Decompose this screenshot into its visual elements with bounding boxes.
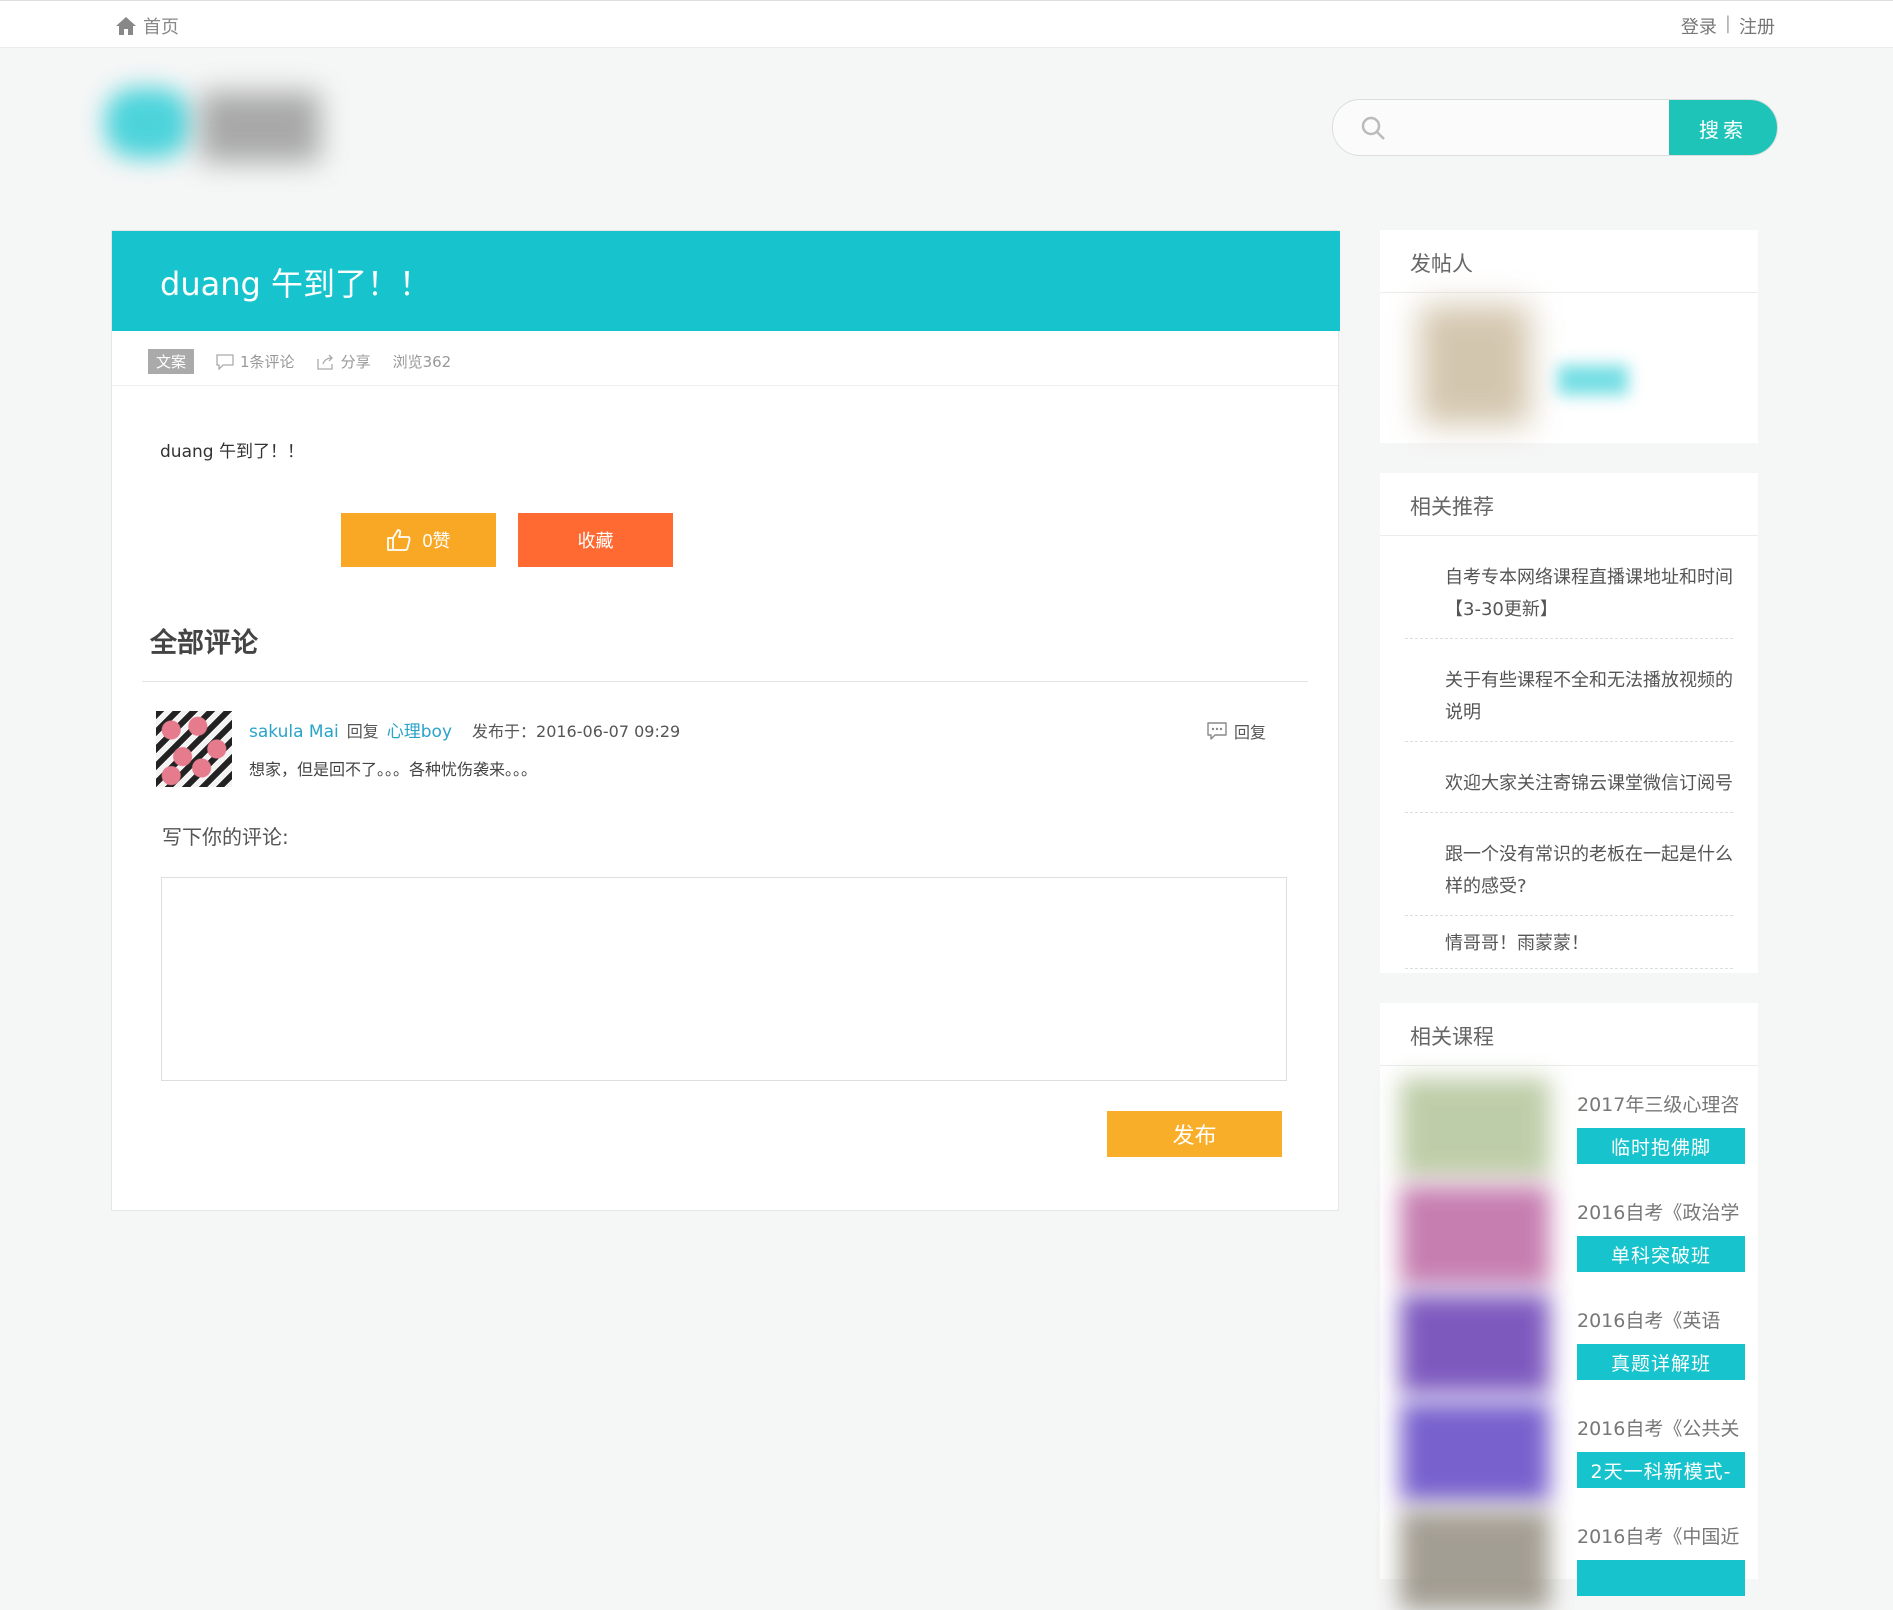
course-item[interactable]: 2017年三级心理咨 临时抱佛脚 (1400, 1078, 1745, 1178)
post-meta: 文案 1条评论 分享 浏览362 (148, 349, 451, 374)
comment-text: 想家，但是回不了。。。各种忧伤袭来。。。 (249, 760, 538, 779)
course-badge: 单科突破班 (1577, 1236, 1745, 1272)
reply-button-label: 回复 (1233, 723, 1266, 742)
publish-button[interactable]: 发布 (1107, 1111, 1282, 1157)
comment-icon (216, 353, 234, 370)
share-label: 分享 (340, 353, 371, 371)
recommend-item[interactable]: 欢迎大家关注寄锦云课堂微信订阅号 (1405, 742, 1733, 813)
divider (142, 681, 1308, 682)
course-name: 2016自考《公共关 (1577, 1418, 1740, 1440)
course-panel-title: 相关课程 (1380, 1003, 1758, 1066)
course-item[interactable]: 2016自考《英语 真题详解班 (1400, 1294, 1745, 1394)
course-name: 2016自考《政治学 (1577, 1202, 1740, 1224)
login-link[interactable]: 登录 (1681, 13, 1717, 39)
course-panel: 相关课程 2017年三级心理咨 临时抱佛脚 2016自考《政治学 单科突破班 2… (1380, 1003, 1758, 1610)
course-badge: 2天一科新模式- (1577, 1452, 1745, 1488)
poster-avatar[interactable] (1420, 305, 1530, 425)
thumbs-up-icon (387, 529, 411, 551)
comment-textarea[interactable] (161, 877, 1287, 1081)
like-label: 0赞 (422, 531, 451, 551)
course-thumbnail (1400, 1294, 1550, 1394)
comments-heading: 全部评论 (150, 628, 258, 659)
course-badge (1577, 1560, 1745, 1596)
auth-separator: | (1724, 13, 1731, 34)
poster-panel-title: 发帖人 (1380, 230, 1758, 293)
top-bar: 首页 登录 | 注册 (0, 0, 1893, 48)
post-title: duang 午到了！！ (160, 265, 431, 303)
home-label: 首页 (143, 17, 179, 38)
search-input[interactable] (1403, 108, 1703, 148)
reply-button[interactable]: 回复 (1206, 719, 1266, 743)
chat-bubble-icon (1207, 722, 1227, 740)
like-button[interactable]: 0赞 (341, 513, 496, 567)
course-item[interactable]: 2016自考《政治学 单科突破班 (1400, 1186, 1745, 1286)
course-item[interactable]: 2016自考《公共关 2天一科新模式- (1400, 1402, 1745, 1502)
course-name: 2016自考《中国近 (1577, 1526, 1740, 1548)
follow-button[interactable] (1558, 365, 1628, 395)
recommend-panel-title: 相关推荐 (1380, 473, 1758, 536)
comment-count-label: 1条评论 (240, 353, 295, 371)
logo-text (200, 92, 320, 162)
post-title-bar: duang 午到了！！ (112, 231, 1340, 331)
comment-author[interactable]: sakula Mai (249, 722, 339, 742)
search-bar: 搜索 (1332, 99, 1778, 156)
view-count: 浏览362 (392, 353, 452, 371)
comment-header: sakula Mai 回复 心理boy 发布于：2016-06-07 09:29 (249, 717, 680, 742)
recommend-item[interactable]: 关于有些课程不全和无法播放视频的说明 (1405, 639, 1733, 742)
course-thumbnail (1400, 1402, 1550, 1502)
course-badge: 临时抱佛脚 (1577, 1128, 1745, 1164)
home-link[interactable]: 首页 (115, 13, 179, 39)
post-body: duang 午到了！！ (160, 442, 304, 462)
reply-word: 回复 (346, 722, 379, 741)
home-icon (116, 17, 136, 35)
recommend-item[interactable]: 情哥哥！雨蒙蒙！ (1405, 916, 1733, 969)
share-link[interactable]: 分享 (316, 351, 371, 372)
recommend-item[interactable]: 跟一个没有常识的老板在一起是什么样的感受? (1405, 813, 1733, 916)
post-tag[interactable]: 文案 (148, 349, 195, 374)
course-item[interactable]: 2016自考《中国近 (1400, 1510, 1745, 1610)
divider (112, 385, 1340, 386)
course-name: 2017年三级心理咨 (1577, 1094, 1740, 1116)
comment-count[interactable]: 1条评论 (216, 351, 295, 372)
course-thumbnail (1400, 1078, 1550, 1178)
register-link[interactable]: 注册 (1739, 13, 1775, 39)
share-icon (316, 354, 333, 370)
course-thumbnail (1400, 1186, 1550, 1286)
comment-item: sakula Mai 回复 心理boy 发布于：2016-06-07 09:29… (156, 711, 1306, 791)
auth-links: 登录 | 注册 (1681, 13, 1775, 39)
recommend-list: 自考专本网络课程直播课地址和时间 【3-30更新】 关于有些课程不全和无法播放视… (1380, 536, 1758, 969)
comment-time: 发布于：2016-06-07 09:29 (472, 722, 681, 741)
recommend-panel: 相关推荐 自考专本网络课程直播课地址和时间 【3-30更新】 关于有些课程不全和… (1380, 473, 1758, 973)
logo-mark (105, 88, 190, 158)
avatar[interactable] (156, 711, 232, 787)
poster-panel: 发帖人 (1380, 230, 1758, 443)
search-icon (1361, 116, 1385, 140)
course-name: 2016自考《英语 (1577, 1310, 1721, 1332)
favorite-button[interactable]: 收藏 (518, 513, 673, 567)
reply-target[interactable]: 心理boy (387, 717, 452, 742)
recommend-item[interactable]: 自考专本网络课程直播课地址和时间 【3-30更新】 (1405, 536, 1733, 639)
search-button[interactable]: 搜索 (1669, 100, 1777, 155)
course-thumbnail (1400, 1510, 1550, 1610)
course-badge: 真题详解班 (1577, 1344, 1745, 1380)
post-card: duang 午到了！！ 文案 1条评论 分享 浏览362 duang 午到了！！… (111, 230, 1340, 1211)
site-logo[interactable] (105, 80, 325, 170)
write-comment-label: 写下你的评论: (162, 825, 289, 849)
